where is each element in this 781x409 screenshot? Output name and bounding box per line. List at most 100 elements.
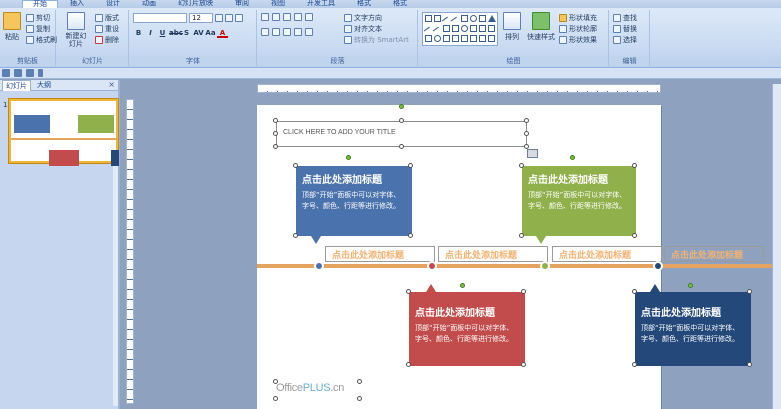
rotate-handle[interactable] <box>460 283 465 288</box>
tab-review[interactable]: 审阅 <box>225 0 259 8</box>
decrease-indent-icon[interactable] <box>283 13 291 21</box>
timeline-dot[interactable] <box>427 261 437 271</box>
bold-button[interactable]: B <box>133 28 144 38</box>
resize-handle[interactable] <box>273 396 278 401</box>
resize-handle[interactable] <box>747 362 752 367</box>
rotate-handle[interactable] <box>570 155 575 160</box>
resize-handle[interactable] <box>519 233 524 238</box>
shape-bracket-icon[interactable] <box>470 35 477 42</box>
timeline-label[interactable]: 点击此处添加标题 <box>664 246 764 262</box>
strikethrough-button[interactable]: abc <box>169 28 183 38</box>
resize-handle[interactable] <box>293 233 298 238</box>
customize-qat-icon[interactable] <box>38 69 43 77</box>
tab-insert[interactable]: 插入 <box>60 0 94 8</box>
select-button[interactable]: 选择 <box>613 35 637 45</box>
card-navy[interactable]: 点击此处添加标题 顶部“开始”面板中可以对字体、字号、颜色、行距等进行修改。 <box>635 292 751 366</box>
tab-home[interactable]: 开始 <box>22 0 58 8</box>
resize-handle[interactable] <box>357 396 362 401</box>
shape-rect-icon[interactable] <box>461 15 468 22</box>
resize-handle[interactable] <box>524 131 529 136</box>
numbering-icon[interactable] <box>272 13 280 21</box>
resize-handle[interactable] <box>273 144 278 149</box>
resize-handle[interactable] <box>406 289 411 294</box>
resize-handle[interactable] <box>399 118 404 123</box>
find-button[interactable]: 查找 <box>613 13 637 23</box>
shape-oval-icon[interactable] <box>470 15 477 22</box>
save-icon[interactable] <box>2 69 10 77</box>
redo-icon[interactable] <box>26 69 34 77</box>
shadow-button[interactable]: S <box>181 28 192 38</box>
rotate-handle[interactable] <box>399 104 404 109</box>
shape-rect-icon[interactable] <box>443 25 450 32</box>
font-color-button[interactable]: A <box>217 28 228 38</box>
arrange-button[interactable]: 排列 <box>503 12 521 42</box>
clear-format-icon[interactable] <box>235 14 243 22</box>
line-spacing-icon[interactable] <box>305 13 313 21</box>
replace-button[interactable]: 替换 <box>613 24 637 34</box>
shape-arrow-icon[interactable] <box>488 25 495 32</box>
slide-thumbnail[interactable] <box>9 99 119 166</box>
shape-more-icon[interactable] <box>488 35 495 42</box>
undo-icon[interactable] <box>14 69 22 77</box>
timeline-dot[interactable] <box>540 261 550 271</box>
shape-oval-icon[interactable] <box>461 25 468 32</box>
timeline-dot[interactable] <box>653 261 663 271</box>
shape-arrow-icon[interactable] <box>470 25 477 32</box>
shape-rect-icon[interactable] <box>479 15 486 22</box>
timeline-label[interactable]: 点击此处添加标题 <box>552 246 662 262</box>
shape-triangle-icon[interactable] <box>488 15 496 22</box>
justify-icon[interactable] <box>294 28 302 36</box>
char-spacing-button[interactable]: AV <box>193 28 204 38</box>
shape-oval-icon[interactable] <box>434 35 441 42</box>
tab-format-1[interactable]: 格式 <box>347 0 381 8</box>
resize-handle[interactable] <box>273 379 278 384</box>
card-blue[interactable]: 点击此处添加标题 顶部“开始”面板中可以对字体、字号、颜色、行距等进行修改。 <box>296 166 412 236</box>
tab-slides[interactable]: 幻灯片 <box>2 79 31 91</box>
resize-handle[interactable] <box>357 379 362 384</box>
tab-outline[interactable]: 大纲 <box>37 80 51 90</box>
shape-brace-icon[interactable] <box>461 35 468 42</box>
align-center-icon[interactable] <box>272 28 280 36</box>
resize-handle[interactable] <box>408 233 413 238</box>
resize-handle[interactable] <box>408 163 413 168</box>
timeline-label[interactable]: 点击此处添加标题 <box>325 246 435 262</box>
shape-bracket-icon[interactable] <box>479 35 486 42</box>
slides-pane-scrollbar[interactable] <box>113 166 118 406</box>
resize-handle[interactable] <box>521 289 526 294</box>
shape-bracket-icon[interactable] <box>452 25 459 32</box>
align-text-button[interactable]: 对齐文本 <box>344 24 382 34</box>
tab-design[interactable]: 设计 <box>96 0 130 8</box>
resize-handle[interactable] <box>632 233 637 238</box>
card-red[interactable]: 点击此处添加标题 顶部“开始”面板中可以对字体、字号、颜色、行距等进行修改。 <box>409 292 525 366</box>
resize-handle[interactable] <box>524 118 529 123</box>
resize-handle[interactable] <box>632 163 637 168</box>
delete-slide-button[interactable]: 删除 <box>95 35 119 45</box>
shape-textbox-icon[interactable] <box>434 15 441 22</box>
resize-handle[interactable] <box>747 289 752 294</box>
increase-indent-icon[interactable] <box>294 13 302 21</box>
paste-button[interactable]: 粘贴 <box>3 12 21 42</box>
resize-handle[interactable] <box>273 118 278 123</box>
font-size-combo[interactable]: 12 <box>189 13 213 23</box>
quick-styles-button[interactable]: 快速样式 <box>527 12 555 42</box>
tab-format-2[interactable]: 格式 <box>383 0 417 8</box>
shape-rect-icon[interactable] <box>443 35 450 42</box>
shape-star-icon[interactable] <box>425 35 432 42</box>
card-green[interactable]: 点击此处添加标题 顶部“开始”面板中可以对字体、字号、颜色、行距等进行修改。 <box>522 166 636 236</box>
align-right-icon[interactable] <box>283 28 291 36</box>
shape-connector-icon[interactable] <box>432 26 443 37</box>
new-slide-button[interactable]: 新建幻灯片 <box>63 12 89 48</box>
shapes-gallery[interactable] <box>422 12 498 46</box>
text-direction-button[interactable]: 文字方向 <box>344 13 382 23</box>
tab-developer[interactable]: 开发工具 <box>297 0 345 8</box>
columns-icon[interactable] <box>305 28 313 36</box>
timeline-label[interactable]: 点击此处添加标题 <box>438 246 548 262</box>
resize-handle[interactable] <box>519 163 524 168</box>
rotate-handle[interactable] <box>346 155 351 160</box>
grow-font-icon[interactable] <box>215 14 223 22</box>
align-left-icon[interactable] <box>261 28 269 36</box>
resize-handle[interactable] <box>632 289 637 294</box>
tab-slideshow[interactable]: 幻灯片放映 <box>168 0 223 8</box>
reset-button[interactable]: 重设 <box>95 24 119 34</box>
shape-outline-button[interactable]: 形状轮廓 <box>559 24 597 34</box>
